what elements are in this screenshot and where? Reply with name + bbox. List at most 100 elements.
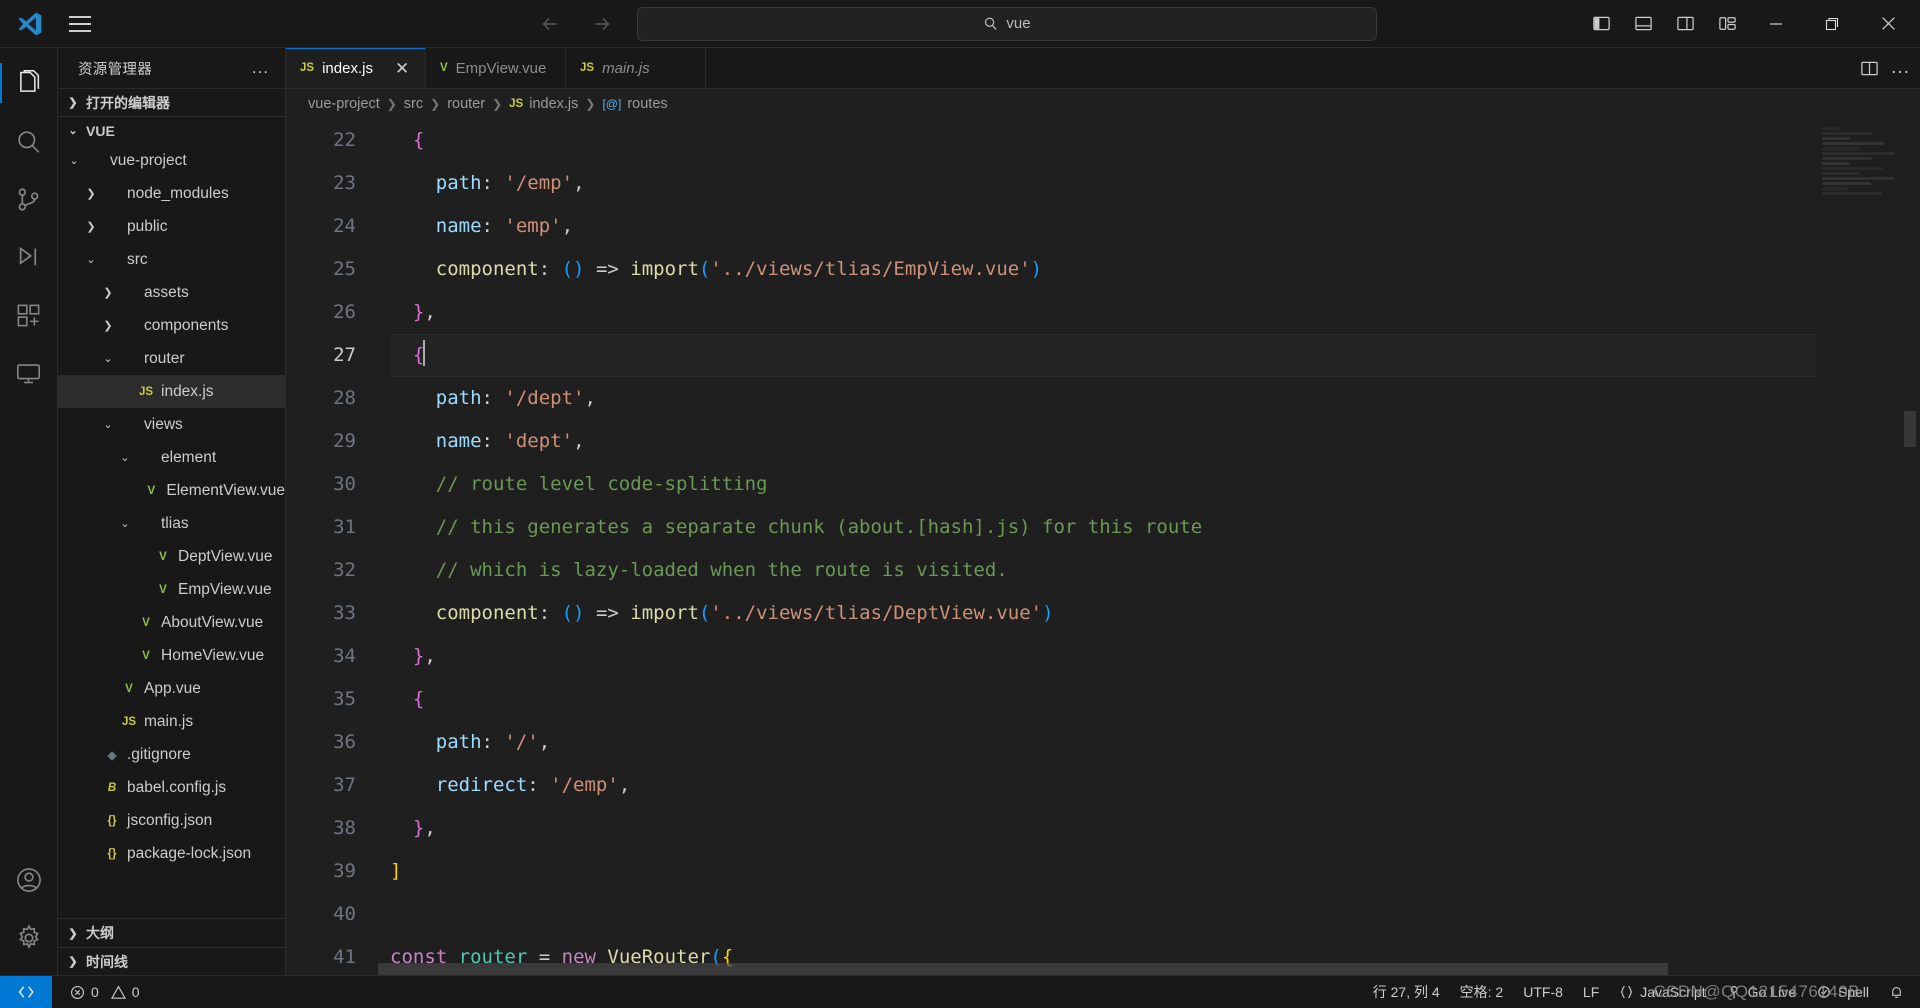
toggle-primary-sidebar-icon[interactable]	[1580, 4, 1622, 44]
breadcrumb-item-router[interactable]: router	[447, 96, 485, 112]
tree-item-app-vue[interactable]: V App.vue	[58, 672, 285, 705]
restore-icon[interactable]	[1804, 0, 1860, 48]
indentation-status[interactable]: 空格: 2	[1450, 976, 1514, 1008]
gear-icon[interactable]	[0, 909, 58, 967]
tab-empview-vue[interactable]: V EmpView.vue	[426, 48, 566, 88]
accounts-icon[interactable]	[0, 851, 58, 909]
command-center-search[interactable]: vue	[637, 6, 1377, 41]
chevron-down-icon[interactable]: ⌄	[64, 154, 84, 167]
arrow-left-icon[interactable]	[533, 7, 567, 41]
chevron-down-icon[interactable]: ⌄	[98, 418, 118, 431]
sidebar-item-run-and-debug[interactable]	[0, 228, 58, 286]
go-live-status[interactable]: Go Live	[1716, 976, 1806, 1008]
breadcrumb-item-src[interactable]: src	[404, 96, 423, 112]
tree-item-aboutview-vue[interactable]: V AboutView.vue	[58, 606, 285, 639]
spell-check-status[interactable]: Spell	[1806, 976, 1879, 1008]
code-line[interactable]: {	[390, 334, 1816, 377]
code-line[interactable]: component: () => import('../views/tlias/…	[390, 248, 1816, 291]
minimize-icon[interactable]	[1748, 0, 1804, 48]
menu-hamburger-icon[interactable]	[58, 4, 102, 44]
sidebar-more-actions-icon[interactable]: ...	[246, 58, 275, 78]
arrow-right-icon[interactable]	[585, 7, 619, 41]
chevron-right-icon[interactable]: ❯	[81, 220, 101, 233]
code-line[interactable]: redirect: '/emp',	[390, 764, 1816, 807]
chevron-down-icon[interactable]: ⌄	[81, 253, 101, 266]
split-editor-right-icon[interactable]	[1860, 59, 1879, 78]
code-line[interactable]: component: () => import('../views/tlias/…	[390, 592, 1816, 635]
sidebar-item-search[interactable]	[0, 112, 58, 170]
sidebar-item-source-control[interactable]	[0, 170, 58, 228]
chevron-right-icon[interactable]: ❯	[81, 187, 101, 200]
section-open-editors[interactable]: ❯ 打开的编辑器	[58, 88, 285, 116]
tree-item-node_modules[interactable]: ❯ node_modules	[58, 177, 285, 210]
tree-item-views[interactable]: ⌄ views	[58, 408, 285, 441]
tree-item-router[interactable]: ⌄ router	[58, 342, 285, 375]
problems-status[interactable]: 0 0	[52, 976, 150, 1008]
tree-item-src[interactable]: ⌄ src	[58, 243, 285, 276]
minimap-slider[interactable]	[1904, 411, 1916, 447]
tree-item-components[interactable]: ❯ components	[58, 309, 285, 342]
code-line[interactable]: // which is lazy-loaded when the route i…	[390, 549, 1816, 592]
tree-item-empview-vue[interactable]: V EmpView.vue	[58, 573, 285, 606]
tab-main-js[interactable]: JS main.js	[566, 48, 706, 88]
chevron-right-icon[interactable]: ❯	[98, 286, 118, 299]
tree-item-main-js[interactable]: JS main.js	[58, 705, 285, 738]
section-outline[interactable]: ❯ 大纲	[58, 919, 285, 947]
section-workspace-root[interactable]: ⌄ VUE	[58, 116, 285, 144]
breadcrumb-item-routes[interactable]: [@] routes	[602, 96, 667, 112]
language-mode-status[interactable]: JavaScript	[1609, 976, 1715, 1008]
tree-item-public[interactable]: ❯ public	[58, 210, 285, 243]
sidebar-item-extensions[interactable]	[0, 286, 58, 344]
chevron-down-icon[interactable]: ⌄	[115, 517, 135, 530]
tree-item-elementview-vue[interactable]: V ElementView.vue	[58, 474, 285, 507]
chevron-down-icon[interactable]: ⌄	[98, 352, 118, 365]
tree-item-element[interactable]: ⌄ element	[58, 441, 285, 474]
sidebar-item-remote-explorer[interactable]	[0, 344, 58, 402]
tree-item-deptview-vue[interactable]: V DeptView.vue	[58, 540, 285, 573]
code-line[interactable]: path: '/dept',	[390, 377, 1816, 420]
horizontal-scrollbar-thumb[interactable]	[378, 963, 1668, 975]
code-line[interactable]: },	[390, 291, 1816, 334]
tree-item-package-lock-json[interactable]: {} package-lock.json	[58, 837, 285, 870]
code-line[interactable]: {	[390, 678, 1816, 721]
tree-item-index-js[interactable]: JS index.js	[58, 375, 285, 408]
code-line[interactable]: {	[390, 119, 1816, 162]
code-line[interactable]: // this generates a separate chunk (abou…	[390, 506, 1816, 549]
tab-close-icon[interactable]: ✕	[395, 60, 409, 77]
notifications-bell-icon[interactable]	[1879, 976, 1920, 1008]
encoding-status[interactable]: UTF-8	[1513, 976, 1573, 1008]
breadcrumb-item-index-js[interactable]: JS index.js	[509, 96, 578, 112]
editor-more-actions-icon[interactable]: ...	[1891, 58, 1910, 77]
horizontal-scrollbar[interactable]	[378, 963, 1816, 975]
code-line[interactable]	[390, 893, 1816, 936]
tree-item-babel-config-js[interactable]: Bbabel.config.js	[58, 771, 285, 804]
code-line[interactable]: name: 'emp',	[390, 205, 1816, 248]
eol-status[interactable]: LF	[1573, 976, 1609, 1008]
code-content[interactable]: { path: '/emp', name: 'emp', component: …	[378, 119, 1816, 975]
tree-item-vue-project[interactable]: ⌄ vue-project	[58, 144, 285, 177]
cursor-position-status[interactable]: 行 27, 列 4	[1363, 976, 1450, 1008]
code-line[interactable]: path: '/emp',	[390, 162, 1816, 205]
tree-item--gitignore[interactable]: ◈ .gitignore	[58, 738, 285, 771]
code-editor[interactable]: 22 23 24 25 26 27 28 29 30 31 32 33 34 35 36 37 38 39 40 41…	[286, 119, 1920, 975]
code-line[interactable]: path: '/',	[390, 721, 1816, 764]
tree-item-tlias[interactable]: ⌄ tlias	[58, 507, 285, 540]
sidebar-item-explorer[interactable]	[0, 54, 58, 112]
customize-layout-icon[interactable]	[1706, 4, 1748, 44]
code-line[interactable]: name: 'dept',	[390, 420, 1816, 463]
tree-item-homeview-vue[interactable]: V HomeView.vue	[58, 639, 285, 672]
tree-item-jsconfig-json[interactable]: {} jsconfig.json	[58, 804, 285, 837]
toggle-panel-icon[interactable]	[1622, 4, 1664, 44]
section-timeline[interactable]: ❯ 时间线	[58, 947, 285, 975]
code-line[interactable]: },	[390, 635, 1816, 678]
close-icon[interactable]	[1860, 0, 1916, 48]
breadcrumb-item-vue-project[interactable]: vue-project	[308, 96, 380, 112]
toggle-secondary-sidebar-icon[interactable]	[1664, 4, 1706, 44]
code-line[interactable]: // route level code-splitting	[390, 463, 1816, 506]
code-line[interactable]: ]	[390, 850, 1816, 893]
chevron-down-icon[interactable]: ⌄	[115, 451, 135, 464]
tree-item-assets[interactable]: ❯ assets	[58, 276, 285, 309]
code-line[interactable]: },	[390, 807, 1816, 850]
chevron-right-icon[interactable]: ❯	[98, 319, 118, 332]
tab-index-js[interactable]: JS index.js ✕	[286, 48, 426, 88]
